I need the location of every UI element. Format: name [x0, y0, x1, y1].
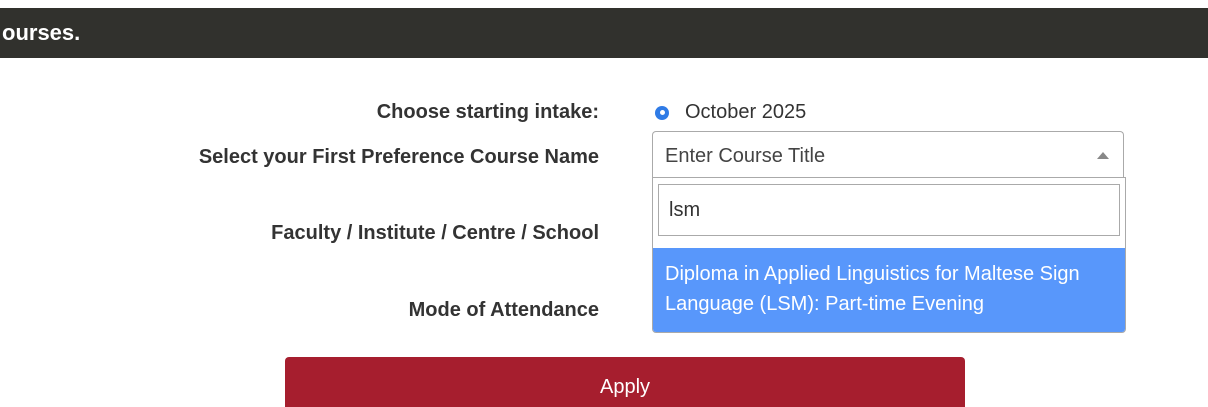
course-label: Select your First Preference Course Name — [198, 146, 599, 168]
application-form-page: ourses. Choose starting intake: October … — [0, 0, 1208, 407]
banner-title: ourses. — [2, 20, 81, 45]
course-select-placeholder: Enter Course Title — [665, 145, 826, 167]
intake-radio-option[interactable]: October 2025 — [655, 101, 806, 124]
section-banner: ourses. — [0, 8, 1208, 58]
intake-label: Choose starting intake: — [376, 101, 599, 123]
mode-label: Mode of Attendance — [408, 299, 599, 321]
chevron-up-icon — [1097, 152, 1109, 159]
faculty-label: Faculty / Institute / Centre / School — [271, 222, 599, 244]
apply-button[interactable]: Apply — [285, 357, 965, 407]
course-search-input[interactable] — [658, 184, 1120, 236]
radio-selected-icon[interactable] — [655, 105, 669, 120]
course-dropdown: Diploma in Applied Linguistics for Malte… — [652, 177, 1126, 333]
course-select[interactable]: Enter Course Title — [652, 131, 1124, 177]
intake-option-label: October 2025 — [685, 101, 807, 123]
course-result-option[interactable]: Diploma in Applied Linguistics for Malte… — [653, 248, 1125, 332]
